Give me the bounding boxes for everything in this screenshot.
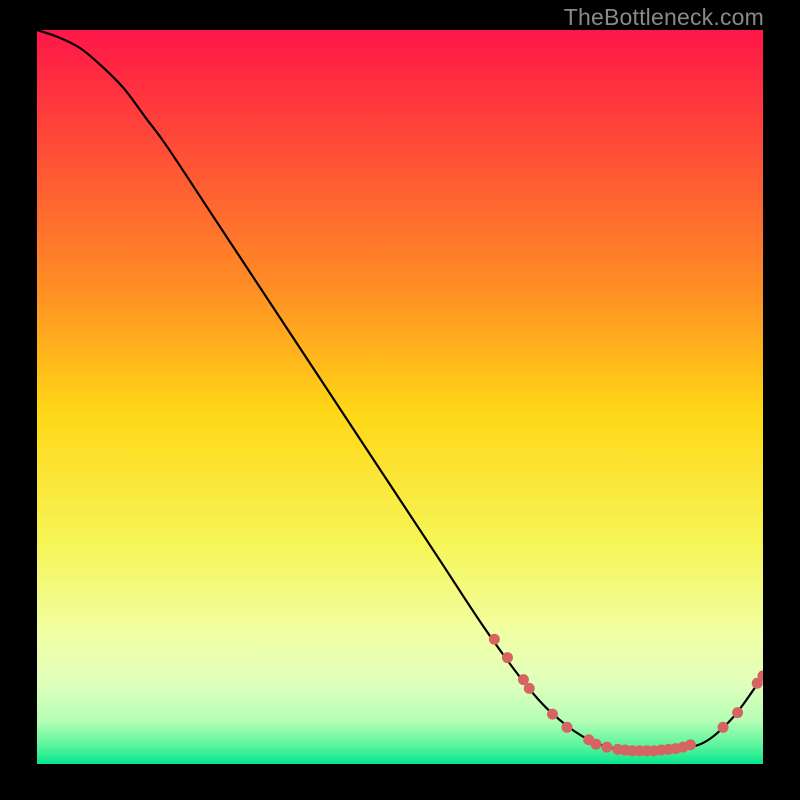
data-marker xyxy=(685,739,696,750)
data-marker xyxy=(591,739,602,750)
bottleneck-chart xyxy=(37,30,763,764)
data-marker xyxy=(601,742,612,753)
attribution-text: TheBottleneck.com xyxy=(564,4,764,31)
gradient-background xyxy=(37,30,763,764)
data-marker xyxy=(561,722,572,733)
data-marker xyxy=(732,707,743,718)
data-marker xyxy=(718,722,729,733)
data-marker xyxy=(502,652,513,663)
data-marker xyxy=(524,683,535,694)
data-marker xyxy=(547,709,558,720)
chart-stage: TheBottleneck.com xyxy=(0,0,800,800)
data-marker xyxy=(489,634,500,645)
